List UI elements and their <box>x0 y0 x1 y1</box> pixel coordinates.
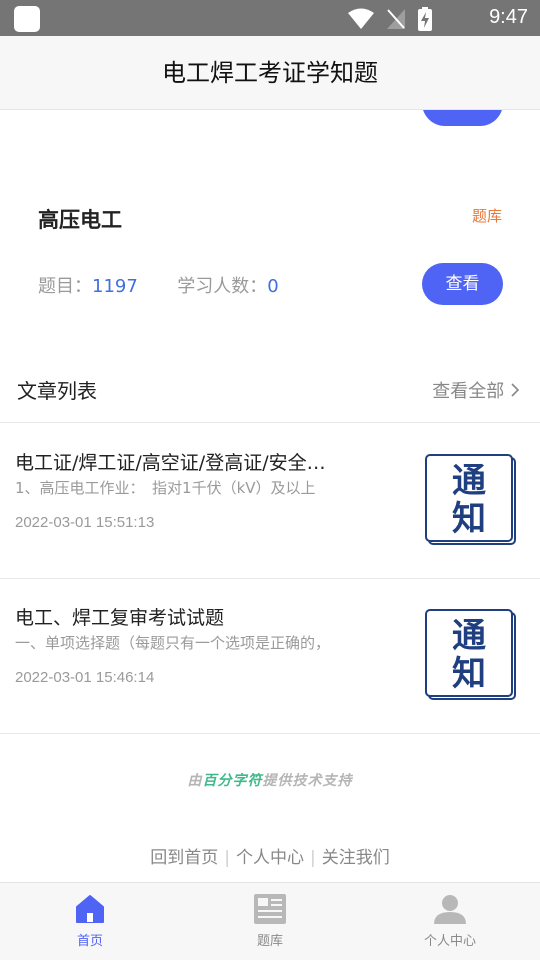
tab-label: 首页 <box>76 934 103 949</box>
bottom-tab-bar: 首页 题库 个人中心 <box>0 882 540 960</box>
tab-home[interactable]: 首页 <box>0 883 180 960</box>
footer-links: 回到首页 | 个人中心 | 关注我们 <box>0 843 540 868</box>
status-bar: 9:47 <box>0 0 540 36</box>
main-scroll[interactable]: 高压电工 题库 题目：1197 学习人数：0 查看 文章列表 查看全部 电工证/… <box>0 110 540 882</box>
notice-thumbnail: 通 知 <box>425 609 516 700</box>
tab-label: 个人中心 <box>423 934 476 949</box>
system-icons <box>348 7 432 31</box>
thumb-char-2: 知 <box>452 499 486 539</box>
article-date: 2022-03-01 15:51:13 <box>15 514 155 531</box>
powered-prefix: 由 <box>187 773 203 789</box>
powered-by: 由百分字符提供技术支持 <box>0 770 540 790</box>
divider: | <box>224 848 230 868</box>
clock: 9:47 <box>489 6 528 28</box>
chevron-right-icon <box>511 383 520 397</box>
questions-count: 1197 <box>92 276 138 297</box>
article-item[interactable]: 电工证/焊工证/高空证/登高证/安全… 1、高压电工作业： 指对1千伏（kV）及… <box>0 424 540 579</box>
questions-label: 题目： <box>38 276 92 297</box>
home-icon <box>76 895 104 923</box>
notice-thumbnail: 通 知 <box>425 454 516 545</box>
card-tag: 题库 <box>471 207 502 225</box>
footer-link-home[interactable]: 回到首页 <box>150 848 218 868</box>
previous-card-partial <box>0 110 540 130</box>
question-bank-card[interactable]: 高压电工 题库 题目：1197 学习人数：0 查看 <box>0 180 540 340</box>
page-title: 电工焊工考证学知题 <box>162 59 378 87</box>
article-summary: 一、单项选择题（每题只有一个选项是正确的， <box>15 634 331 652</box>
card-title: 高压电工 <box>38 208 122 232</box>
article-item[interactable]: 电工、焊工复审考试试题 一、单项选择题（每题只有一个选项是正确的， 2022-0… <box>0 579 540 734</box>
view-button[interactable]: 查看 <box>422 263 503 305</box>
learners-label: 学习人数： <box>177 276 268 297</box>
tab-question-bank[interactable]: 题库 <box>180 883 360 960</box>
user-icon <box>434 895 466 924</box>
tab-profile[interactable]: 个人中心 <box>360 883 540 960</box>
battery-charging-icon <box>418 7 432 31</box>
article-date: 2022-03-01 15:46:14 <box>15 669 155 686</box>
view-all-label: 查看全部 <box>432 381 505 402</box>
app-notification-icon <box>14 6 40 32</box>
footer-link-profile[interactable]: 个人中心 <box>236 848 304 868</box>
powered-brand: 百分字符 <box>202 773 263 789</box>
thumb-char-1: 通 <box>452 616 486 656</box>
app-header: 电工焊工考证学知题 <box>0 36 540 110</box>
powered-suffix: 提供技术支持 <box>262 773 353 789</box>
signal-off-icon <box>387 9 405 29</box>
article-summary: 1、高压电工作业： 指对1千伏（kV）及以上 <box>15 479 316 497</box>
thumb-char-1: 通 <box>452 461 486 501</box>
article-list-header: 文章列表 查看全部 <box>0 365 540 423</box>
view-all-link[interactable]: 查看全部 <box>432 377 520 403</box>
article-title: 电工、焊工复审考试试题 <box>15 607 225 629</box>
thumb-char-2: 知 <box>452 654 486 694</box>
card-stats: 题目：1197 学习人数：0 <box>38 272 279 298</box>
divider: | <box>310 848 316 868</box>
section-title: 文章列表 <box>17 379 97 403</box>
tab-label: 题库 <box>256 934 283 949</box>
learners-count: 0 <box>267 276 279 297</box>
newspaper-icon <box>254 894 286 924</box>
previous-view-button[interactable] <box>422 110 503 126</box>
footer-link-follow[interactable]: 关注我们 <box>322 848 390 868</box>
article-title: 电工证/焊工证/高空证/登高证/安全… <box>15 452 326 474</box>
wifi-icon <box>348 8 374 29</box>
